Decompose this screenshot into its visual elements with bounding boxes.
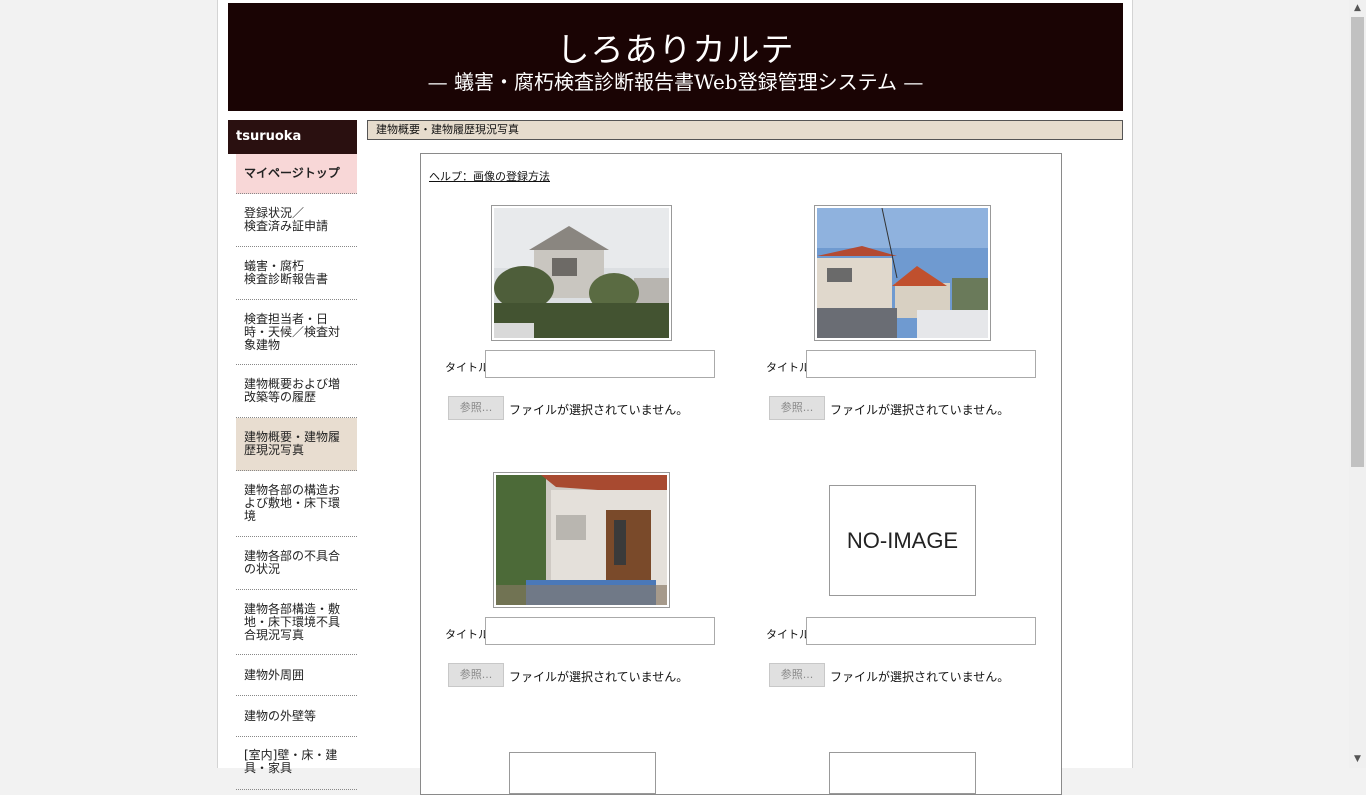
title-label-2: タイトル — [766, 361, 810, 374]
scroll-thumb[interactable] — [1351, 17, 1364, 467]
sidebar-item-building-exterior[interactable]: 建物外周囲 — [236, 655, 357, 696]
title-label-4: タイトル — [766, 628, 810, 641]
sidebar-item-inspection-report[interactable]: 蟻害・腐朽 検査診断報告書 — [236, 247, 357, 300]
browse-button-2[interactable]: 参照... — [769, 396, 825, 420]
house-photo-1-icon — [494, 208, 669, 338]
sidebar-item-mypage-top[interactable]: マイページトップ — [236, 154, 357, 194]
sidebar-menu: マイページトップ 登録状況／ 検査済み証申請 蟻害・腐朽 検査診断報告書 検査担… — [228, 154, 357, 790]
sidebar-item-building-photos[interactable]: 建物概要・建物履歴現況写真 — [236, 418, 357, 471]
photo-thumbnail-1 — [491, 205, 672, 341]
sidebar-item-exterior-walls[interactable]: 建物の外壁等 — [236, 696, 357, 737]
title-label-3: タイトル — [445, 628, 489, 641]
sidebar-item-building-history[interactable]: 建物概要および増改築等の履歴 — [236, 365, 357, 418]
site-title: しろありカルテ — [556, 30, 795, 69]
browse-button-3[interactable]: 参照... — [448, 663, 504, 687]
help-link[interactable]: ヘルプ：画像の登録方法 — [429, 168, 550, 184]
sidebar-item-defect-photos[interactable]: 建物各部構造・敷地・床下環境不具合現況写真 — [236, 590, 357, 655]
no-image-placeholder: NO-IMAGE — [829, 485, 976, 596]
page-scrollbar[interactable]: ▲ ▼ — [1349, 0, 1366, 768]
sidebar-item-building-structure[interactable]: 建物各部の構造および敷地・床下環境 — [236, 471, 357, 537]
file-status-1: ファイルが選択されていません。 — [509, 403, 689, 417]
site-subtitle: — 蟻害・腐朽検査診断報告書Web登録管理システム — — [427, 70, 924, 94]
house-photo-2-icon — [817, 208, 988, 338]
sidebar-item-inspector-info[interactable]: 検査担当者・日時・天候／検査対象建物 — [236, 300, 357, 365]
scroll-down-arrow-icon[interactable]: ▼ — [1349, 751, 1366, 768]
sidebar-item-interior[interactable]: [室内]壁・床・建具・家具 — [236, 737, 357, 790]
file-status-2: ファイルが選択されていません。 — [830, 403, 1010, 417]
sidebar-item-building-defects[interactable]: 建物各部の不具合の状況 — [236, 537, 357, 590]
username-label: tsuruoka — [228, 120, 357, 154]
site-banner: しろありカルテ — 蟻害・腐朽検査診断報告書Web登録管理システム — — [228, 3, 1123, 111]
house-photo-3-icon — [496, 475, 667, 605]
photo-thumbnail-2 — [814, 205, 991, 341]
file-status-3: ファイルが選択されていません。 — [509, 670, 689, 684]
title-input-3[interactable] — [485, 617, 715, 645]
next-photo-placeholder-1 — [509, 752, 656, 794]
sidebar: tsuruoka マイページトップ 登録状況／ 検査済み証申請 蟻害・腐朽 検査… — [228, 120, 357, 790]
photo-thumbnail-3 — [493, 472, 670, 608]
browse-button-1[interactable]: 参照... — [448, 396, 504, 420]
title-label-1: タイトル — [445, 361, 489, 374]
next-photo-placeholder-2 — [829, 752, 976, 794]
scroll-up-arrow-icon[interactable]: ▲ — [1349, 0, 1366, 17]
section-header: 建物概要・建物履歴現況写真 — [367, 120, 1123, 140]
title-input-1[interactable] — [485, 350, 715, 378]
file-status-4: ファイルが選択されていません。 — [830, 670, 1010, 684]
photo-panel: ヘルプ：画像の登録方法 タイトル 参照... ファイルが選択されていません。 タ… — [420, 153, 1062, 795]
browse-button-4[interactable]: 参照... — [769, 663, 825, 687]
title-input-2[interactable] — [806, 350, 1036, 378]
page-container: しろありカルテ — 蟻害・腐朽検査診断報告書Web登録管理システム — tsur… — [217, 0, 1133, 795]
title-input-4[interactable] — [806, 617, 1036, 645]
sidebar-item-registration-status[interactable]: 登録状況／ 検査済み証申請 — [236, 194, 357, 247]
